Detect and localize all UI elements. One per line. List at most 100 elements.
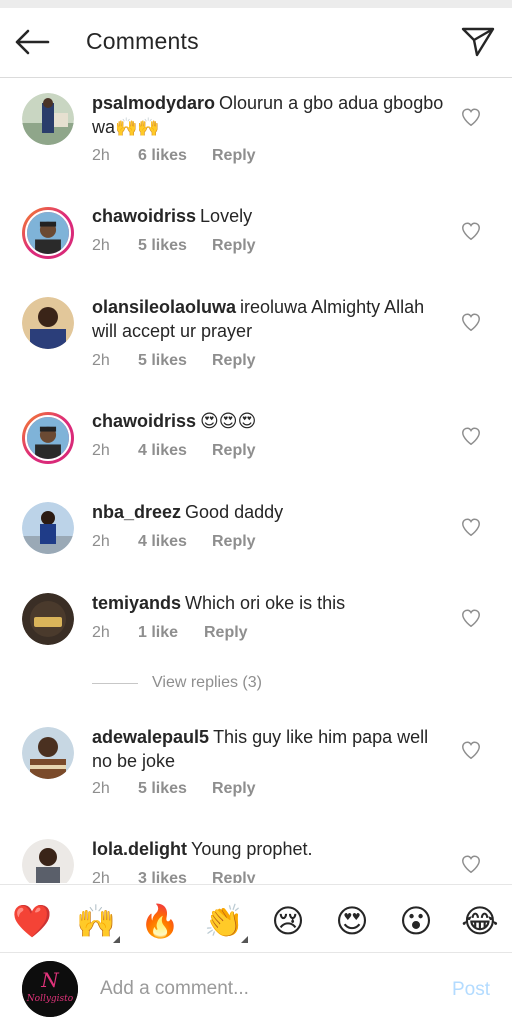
heart-icon[interactable] [460,853,482,875]
comment-message: Good daddy [185,502,284,522]
reply-button[interactable]: Reply [212,352,256,370]
raising-hands-emoji-button[interactable]: 🙌 [76,901,120,943]
avatar[interactable] [22,839,74,883]
user-photo [22,93,74,145]
svg-text:N: N [40,968,60,992]
comment-composer: N Nollygisto Post [0,952,512,1024]
comment-username[interactable]: psalmodydaro [92,93,215,113]
comment-username[interactable]: chawoidriss [92,411,196,431]
comment-meta: 2h 5 likes Reply [92,237,256,255]
avatar[interactable] [22,207,74,259]
view-replies-label: View replies (3) [152,674,262,691]
comment-meta: 2h 6 likes Reply [92,147,256,165]
avatar-logo-text: Nollygisto [26,994,74,1004]
raising-hands-icon: 🙌 [76,902,116,940]
user-photo [25,415,71,461]
current-user-avatar[interactable]: N Nollygisto [22,961,78,1017]
comment-meta: 2h 5 likes Reply [92,352,256,370]
avatar[interactable] [22,727,74,779]
heart-icon[interactable] [460,739,482,761]
comment-likes[interactable]: 5 likes [138,352,212,370]
comment-message: Lovely [200,206,253,226]
share-button[interactable] [458,24,498,60]
comment-likes[interactable]: 6 likes [138,147,212,165]
comment-likes[interactable]: 3 likes [138,870,212,883]
comment-list: psalmodydaro Olourun a gbo adua gbogbo wa… [0,79,512,883]
heart-icon[interactable] [460,106,482,128]
comment-time: 2h [92,780,110,797]
comment-likes[interactable]: 1 like [138,624,204,642]
comment-time: 2h [92,352,110,369]
comment-text: temiyands Which ori oke is this [92,591,448,615]
comment-meta: 2h 5 likes Reply [92,780,256,798]
avatar[interactable] [22,502,74,554]
comment-message: 😍😍😍 [200,411,257,431]
comment-username[interactable]: chawoidriss [92,206,196,226]
comment-meta: 2h 3 likes Reply [92,870,256,883]
red-heart-emoji-button[interactable]: ❤️ [12,901,52,941]
comment-likes[interactable]: 4 likes [138,533,212,551]
header: Comments [0,8,512,78]
clapping-hands-icon: 👏 [204,902,244,940]
fire-emoji-button[interactable]: 🔥 [140,901,180,941]
reply-button[interactable]: Reply [212,870,256,883]
heart-eyes-emoji-button[interactable]: 😍 [332,901,372,941]
tears-of-joy-emoji-button[interactable]: 😂 [460,901,500,941]
comment-meta: 2h 4 likes Reply [92,533,256,551]
avatar[interactable] [22,412,74,464]
comment-time: 2h [92,533,110,550]
reply-button[interactable]: Reply [204,624,248,642]
comment-username[interactable]: adewalepaul5 [92,727,209,747]
arrow-left-icon [15,29,50,55]
user-photo [25,210,71,256]
heart-icon[interactable] [460,220,482,242]
surprised-face-emoji-button[interactable]: 😮 [396,901,436,941]
comment-likes[interactable]: 4 likes [138,442,212,460]
back-button[interactable] [12,24,52,60]
heart-icon[interactable] [460,425,482,447]
comment-text: psalmodydaro Olourun a gbo adua gbogbo wa… [92,91,448,139]
status-bar [0,0,512,8]
comment-username[interactable]: olansileolaoluwa [92,297,236,317]
clapping-hands-emoji-button[interactable]: 👏 [204,901,248,943]
paper-plane-icon [461,27,495,57]
comment-username[interactable]: lola.delight [92,839,187,859]
comment-text: lola.delight Young prophet. [92,837,448,861]
comment-message: Young prophet. [191,839,313,859]
view-replies-button[interactable]: View replies (3) [92,674,262,692]
page-title: Comments [86,28,199,54]
avatar[interactable] [22,93,74,145]
reply-button[interactable]: Reply [212,780,256,798]
quick-reaction-bar: ❤️ 🙌 🔥 👏 😢 😍 😮 😂 [0,884,512,952]
comment-username[interactable]: temiyands [92,593,181,613]
comment-meta: 2h 1 like Reply [92,624,248,642]
reply-button[interactable]: Reply [212,442,256,460]
reply-button[interactable]: Reply [212,533,256,551]
reply-button[interactable]: Reply [212,147,256,165]
heart-icon[interactable] [460,311,482,333]
comment-text: adewalepaul5 This guy like him papa well … [92,725,448,773]
user-photo [22,727,74,779]
post-button[interactable]: Post [452,979,490,1001]
comment-time: 2h [92,147,110,164]
comment-likes[interactable]: 5 likes [138,237,212,255]
comment-text: chawoidriss 😍😍😍 [92,409,448,433]
heart-icon[interactable] [460,516,482,538]
heart-icon[interactable] [460,607,482,629]
comment-text: nba_dreez Good daddy [92,500,448,524]
reply-button[interactable]: Reply [212,237,256,255]
nollygisto-logo-icon: N Nollygisto [22,961,78,1017]
comment-likes[interactable]: 5 likes [138,780,212,798]
comment-meta: 2h 4 likes Reply [92,442,256,460]
user-photo [22,839,74,883]
skin-tone-indicator [241,936,248,943]
user-photo [22,593,74,645]
avatar[interactable] [22,593,74,645]
avatar[interactable] [22,297,74,349]
user-photo [22,297,74,349]
comment-username[interactable]: nba_dreez [92,502,181,522]
comment-input[interactable] [100,973,400,1005]
user-photo [22,502,74,554]
crying-face-emoji-button[interactable]: 😢 [268,901,308,941]
skin-tone-indicator [113,936,120,943]
